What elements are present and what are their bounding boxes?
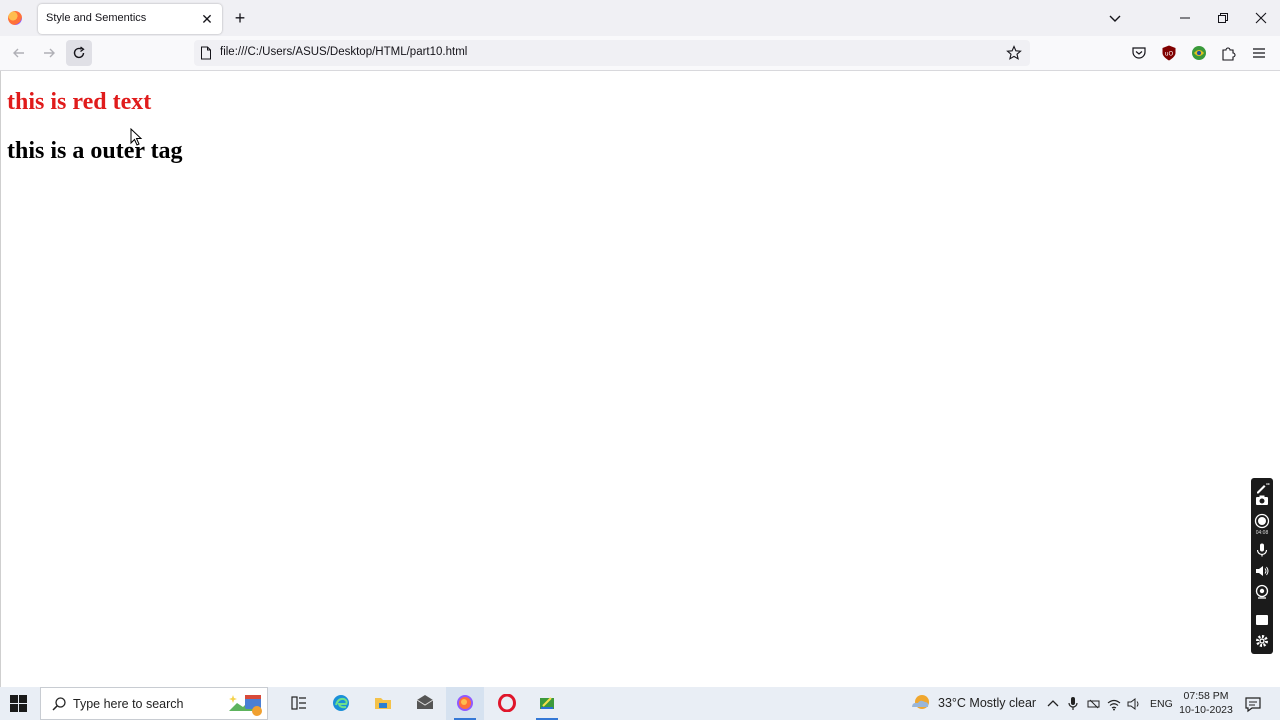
weather-text[interactable]: 33°C Mostly clear <box>938 696 1036 710</box>
webcam-icon[interactable] <box>1254 584 1270 600</box>
app-button[interactable] <box>528 687 566 720</box>
taskbar-search-box[interactable]: Type here to search <box>40 687 268 720</box>
search-placeholder: Type here to search <box>73 697 184 711</box>
speaker-icon[interactable] <box>1254 563 1270 579</box>
plus-icon[interactable]: + <box>230 8 250 28</box>
task-view-button[interactable] <box>280 687 318 720</box>
tab-style-and-sementics[interactable]: Style and Sementics ✕ <box>38 4 222 34</box>
clock-time: 07:58 PM <box>1183 690 1229 702</box>
opera-icon <box>498 694 516 712</box>
app-icon <box>540 697 554 709</box>
volume-icon[interactable] <box>1126 696 1142 712</box>
star-icon[interactable] <box>1006 45 1022 61</box>
svg-text:uO: uO <box>1165 51 1174 58</box>
window-close-icon[interactable] <box>1246 6 1276 30</box>
recording-time: 04:08 <box>1255 530 1269 536</box>
battery-icon[interactable] <box>1086 696 1102 712</box>
search-highlight-icon[interactable] <box>227 691 265 717</box>
url-text[interactable]: file:///C:/Users/ASUS/Desktop/HTML/part1… <box>220 46 467 58</box>
file-explorer-icon <box>375 698 391 709</box>
chevron-up-icon[interactable] <box>1046 697 1060 709</box>
clock-date: 10-10-2023 <box>1179 704 1233 716</box>
firefox-taskbar-icon <box>457 695 473 711</box>
window-icon[interactable] <box>1254 612 1270 628</box>
minimize-icon[interactable] <box>1170 6 1200 30</box>
edge-icon <box>333 695 349 711</box>
screen-recorder-toolbar: 04:08 <box>1251 478 1273 654</box>
mail-button[interactable] <box>406 687 444 720</box>
reload-icon[interactable] <box>66 40 92 66</box>
chevron-down-icon[interactable] <box>1104 8 1126 28</box>
puzzle-icon[interactable] <box>1220 44 1238 62</box>
firefox-taskbar-button[interactable] <box>446 687 484 720</box>
extension-icon[interactable] <box>1190 44 1208 62</box>
edge-button[interactable] <box>322 687 360 720</box>
back-icon[interactable] <box>6 40 32 66</box>
firefox-icon[interactable] <box>8 11 22 25</box>
windows-icon[interactable] <box>10 695 27 712</box>
search-icon <box>52 697 66 711</box>
file-explorer-button[interactable] <box>364 687 402 720</box>
forward-icon[interactable] <box>36 40 62 66</box>
wifi-icon[interactable] <box>1106 696 1122 712</box>
language-indicator[interactable]: ENG <box>1150 698 1173 710</box>
red-heading: this is red text <box>7 89 152 115</box>
camera-icon[interactable] <box>1254 492 1270 508</box>
outer-heading: this is a outer tag <box>7 138 183 164</box>
restore-icon[interactable] <box>1208 6 1238 30</box>
notification-icon[interactable] <box>1244 695 1262 713</box>
opera-button[interactable] <box>488 687 526 720</box>
mail-icon <box>416 695 434 709</box>
menu-icon[interactable] <box>1250 44 1268 62</box>
pocket-icon[interactable] <box>1130 44 1148 62</box>
task-view-icon <box>291 696 306 710</box>
tab-title: Style and Sementics <box>46 12 147 24</box>
page-content: this is red text this is a outer tag <box>0 71 1280 687</box>
ublock-icon[interactable]: uO <box>1160 44 1178 62</box>
record-icon[interactable] <box>1254 513 1270 529</box>
navigation-bar: file:///C:/Users/ASUS/Desktop/HTML/part1… <box>0 36 1280 71</box>
taskbar: Type here to search 33°C Mostly clear EN <box>0 687 1280 720</box>
weather-icon[interactable] <box>910 693 932 713</box>
page-icon <box>201 46 211 60</box>
gear-icon[interactable] <box>1254 633 1270 649</box>
tray-mic-icon[interactable] <box>1066 696 1080 712</box>
clock[interactable]: 07:58 PM 10-10-2023 <box>1176 689 1236 717</box>
mouse-cursor-icon <box>130 128 143 146</box>
tab-strip: Style and Sementics ✕ + <box>0 0 1280 36</box>
close-icon[interactable]: ✕ <box>198 10 216 28</box>
address-bar[interactable]: file:///C:/Users/ASUS/Desktop/HTML/part1… <box>194 40 1030 66</box>
mic-icon[interactable] <box>1254 542 1270 558</box>
